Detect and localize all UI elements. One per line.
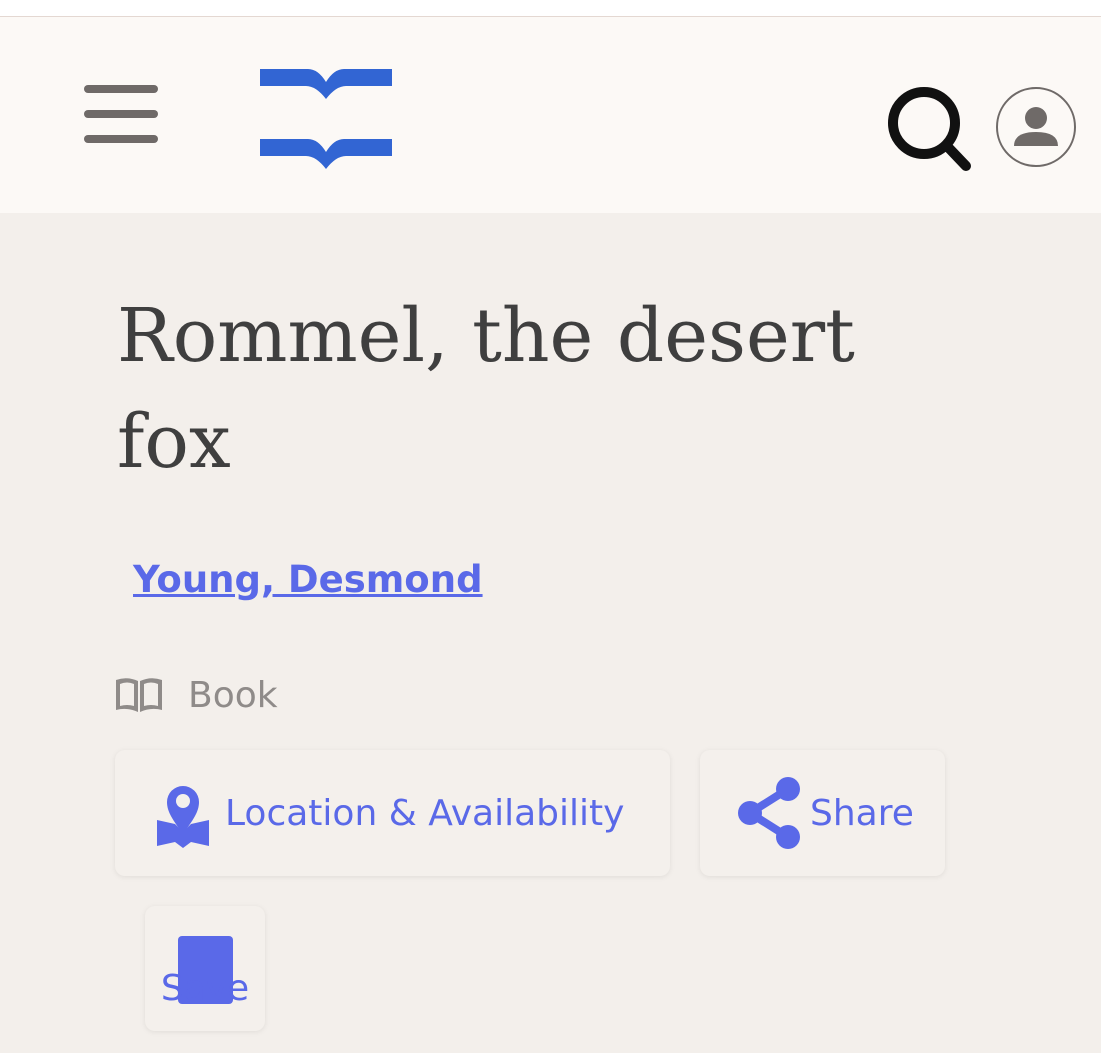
site-header <box>0 17 1101 213</box>
save-button[interactable]: Save <box>145 906 265 1031</box>
share-button[interactable]: Share <box>700 750 945 876</box>
location-availability-button[interactable]: Location & Availability <box>115 750 670 876</box>
save-label: Save <box>160 968 250 1009</box>
open-book-icon <box>116 678 162 712</box>
hamburger-menu-icon[interactable] <box>84 85 158 145</box>
location-availability-label: Location & Availability <box>225 792 625 834</box>
format-row: Book <box>114 670 278 720</box>
top-border <box>0 0 1101 17</box>
share-label: Share <box>810 792 914 834</box>
author-link[interactable]: Young, Desmond <box>133 555 483 605</box>
user-account-icon[interactable] <box>995 86 1077 168</box>
map-location-icon <box>157 786 209 848</box>
library-logo-icon[interactable] <box>258 49 394 173</box>
search-icon[interactable] <box>884 83 972 173</box>
share-icon <box>738 777 800 849</box>
record-title: Rommel, the desert fox <box>117 293 855 485</box>
format-label: Book <box>188 674 278 716</box>
